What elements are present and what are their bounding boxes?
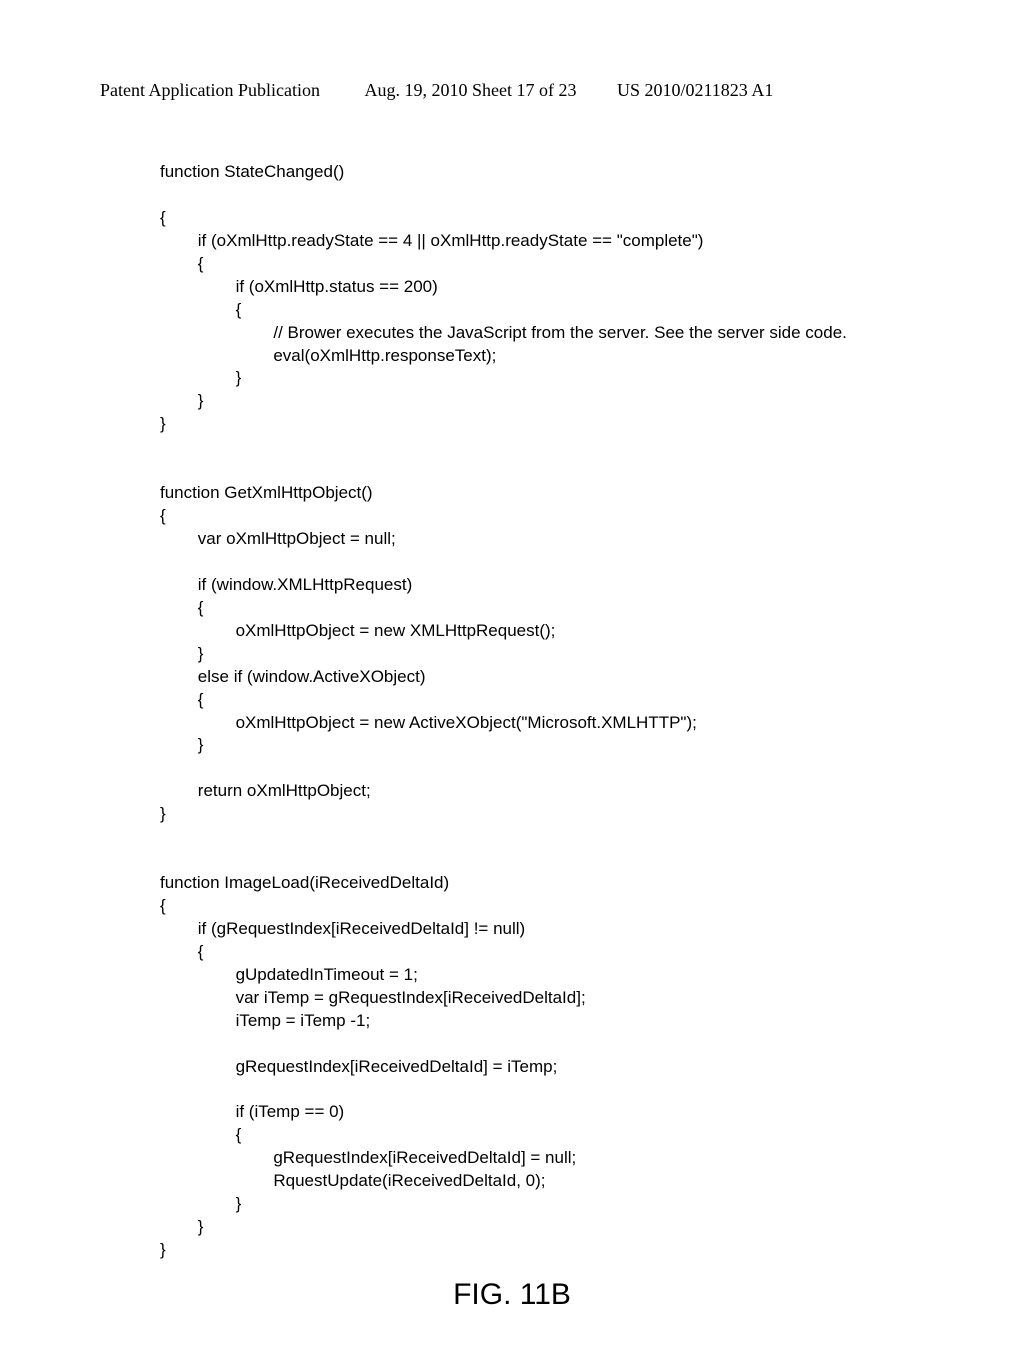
figure-caption: FIG. 11B <box>100 1278 924 1312</box>
code-listing: function StateChanged() { if (oXmlHttp.r… <box>160 161 924 1262</box>
page-header: Patent Application Publication Aug. 19, … <box>100 80 924 101</box>
page: Patent Application Publication Aug. 19, … <box>0 0 1024 1352</box>
header-pub-number: US 2010/0211823 A1 <box>617 80 773 100</box>
header-sheet-label: Aug. 19, 2010 Sheet 17 of 23 <box>364 80 576 100</box>
header-pub-label: Patent Application Publication <box>100 80 320 100</box>
